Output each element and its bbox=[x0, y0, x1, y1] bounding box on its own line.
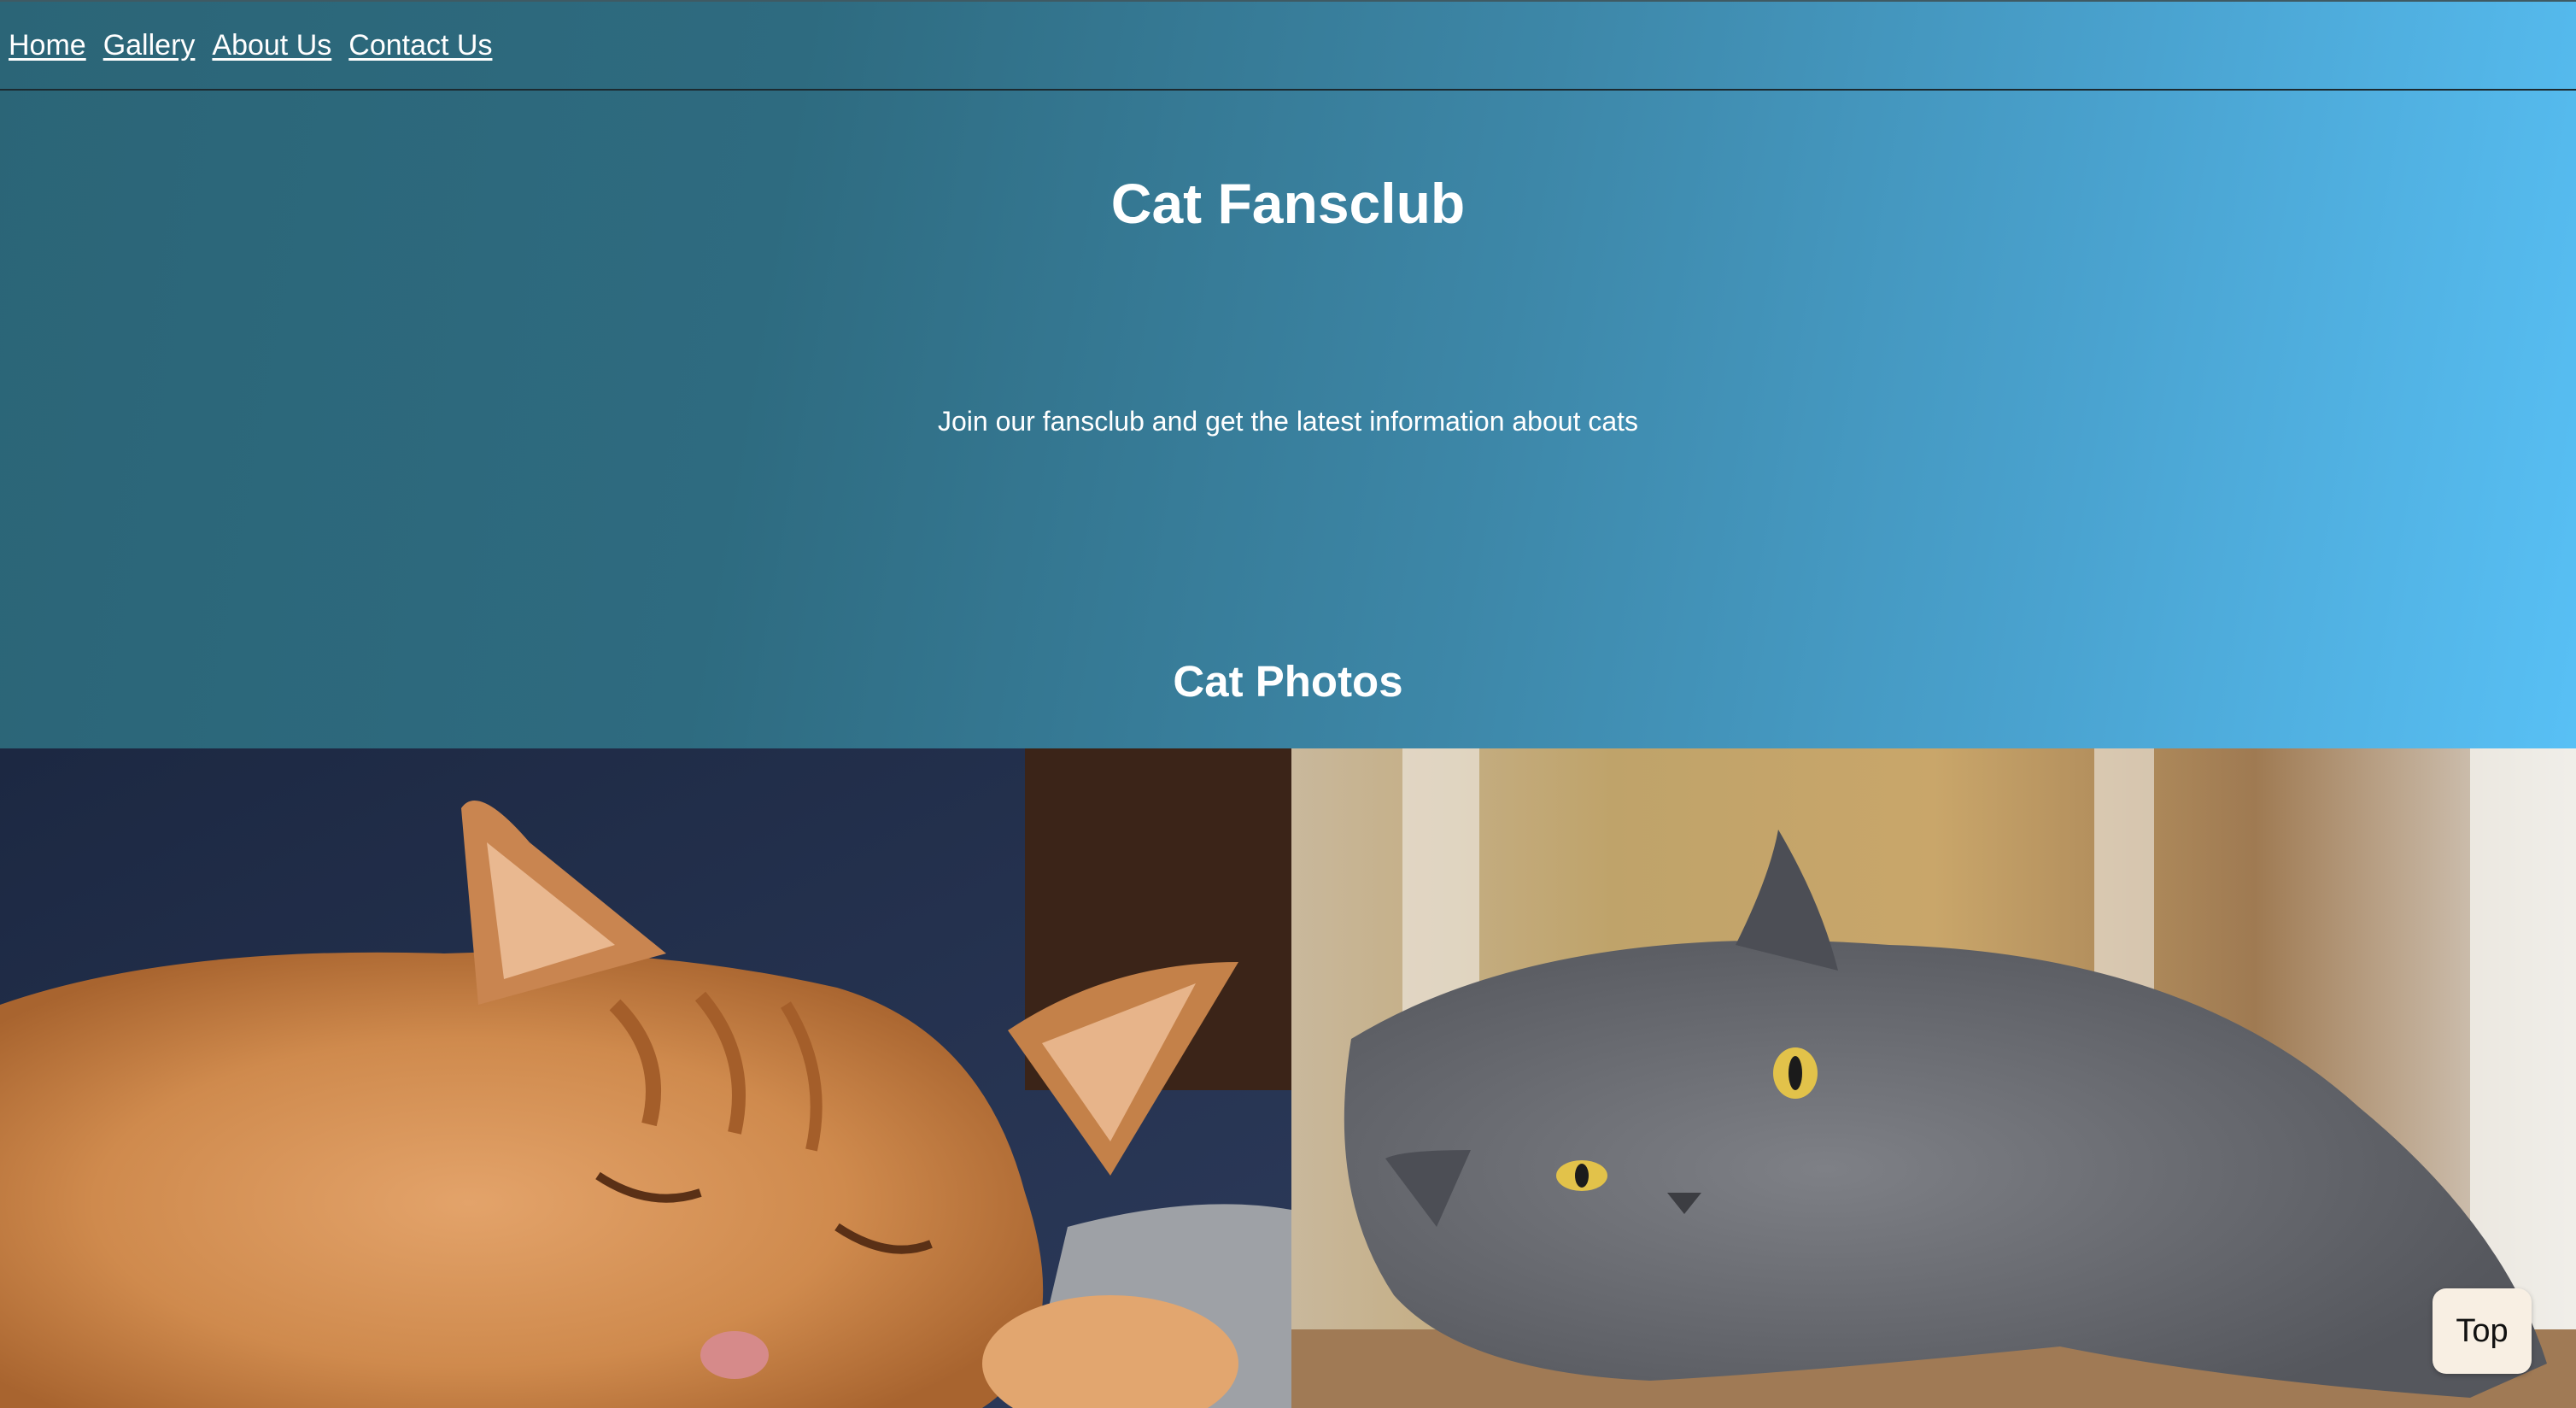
page-title: Cat Fansclub bbox=[1110, 172, 1466, 235]
orange-cat-illustration bbox=[0, 748, 1291, 1408]
gallery-heading: Cat Photos bbox=[1173, 657, 1403, 706]
gallery-photo-grey-cat bbox=[1291, 748, 2576, 1408]
photo-gallery bbox=[0, 748, 2576, 1408]
grey-cat-illustration bbox=[1291, 748, 2576, 1408]
page: Home Gallery About Us Contact Us Cat Fan… bbox=[0, 0, 2576, 1408]
nav-link-home[interactable]: Home bbox=[9, 29, 86, 62]
hero-gradient-background bbox=[0, 0, 2576, 748]
nav-link-gallery[interactable]: Gallery bbox=[103, 29, 196, 62]
top-navbar: Home Gallery About Us Contact Us bbox=[0, 0, 2576, 91]
gallery-photo-orange-cat bbox=[0, 748, 1291, 1408]
back-to-top-button[interactable]: Top bbox=[2433, 1288, 2532, 1374]
nav-link-contact-us[interactable]: Contact Us bbox=[348, 29, 492, 62]
nav-link-about-us[interactable]: About Us bbox=[212, 29, 331, 62]
hero-subtitle: Join our fansclub and get the latest inf… bbox=[937, 406, 1639, 437]
